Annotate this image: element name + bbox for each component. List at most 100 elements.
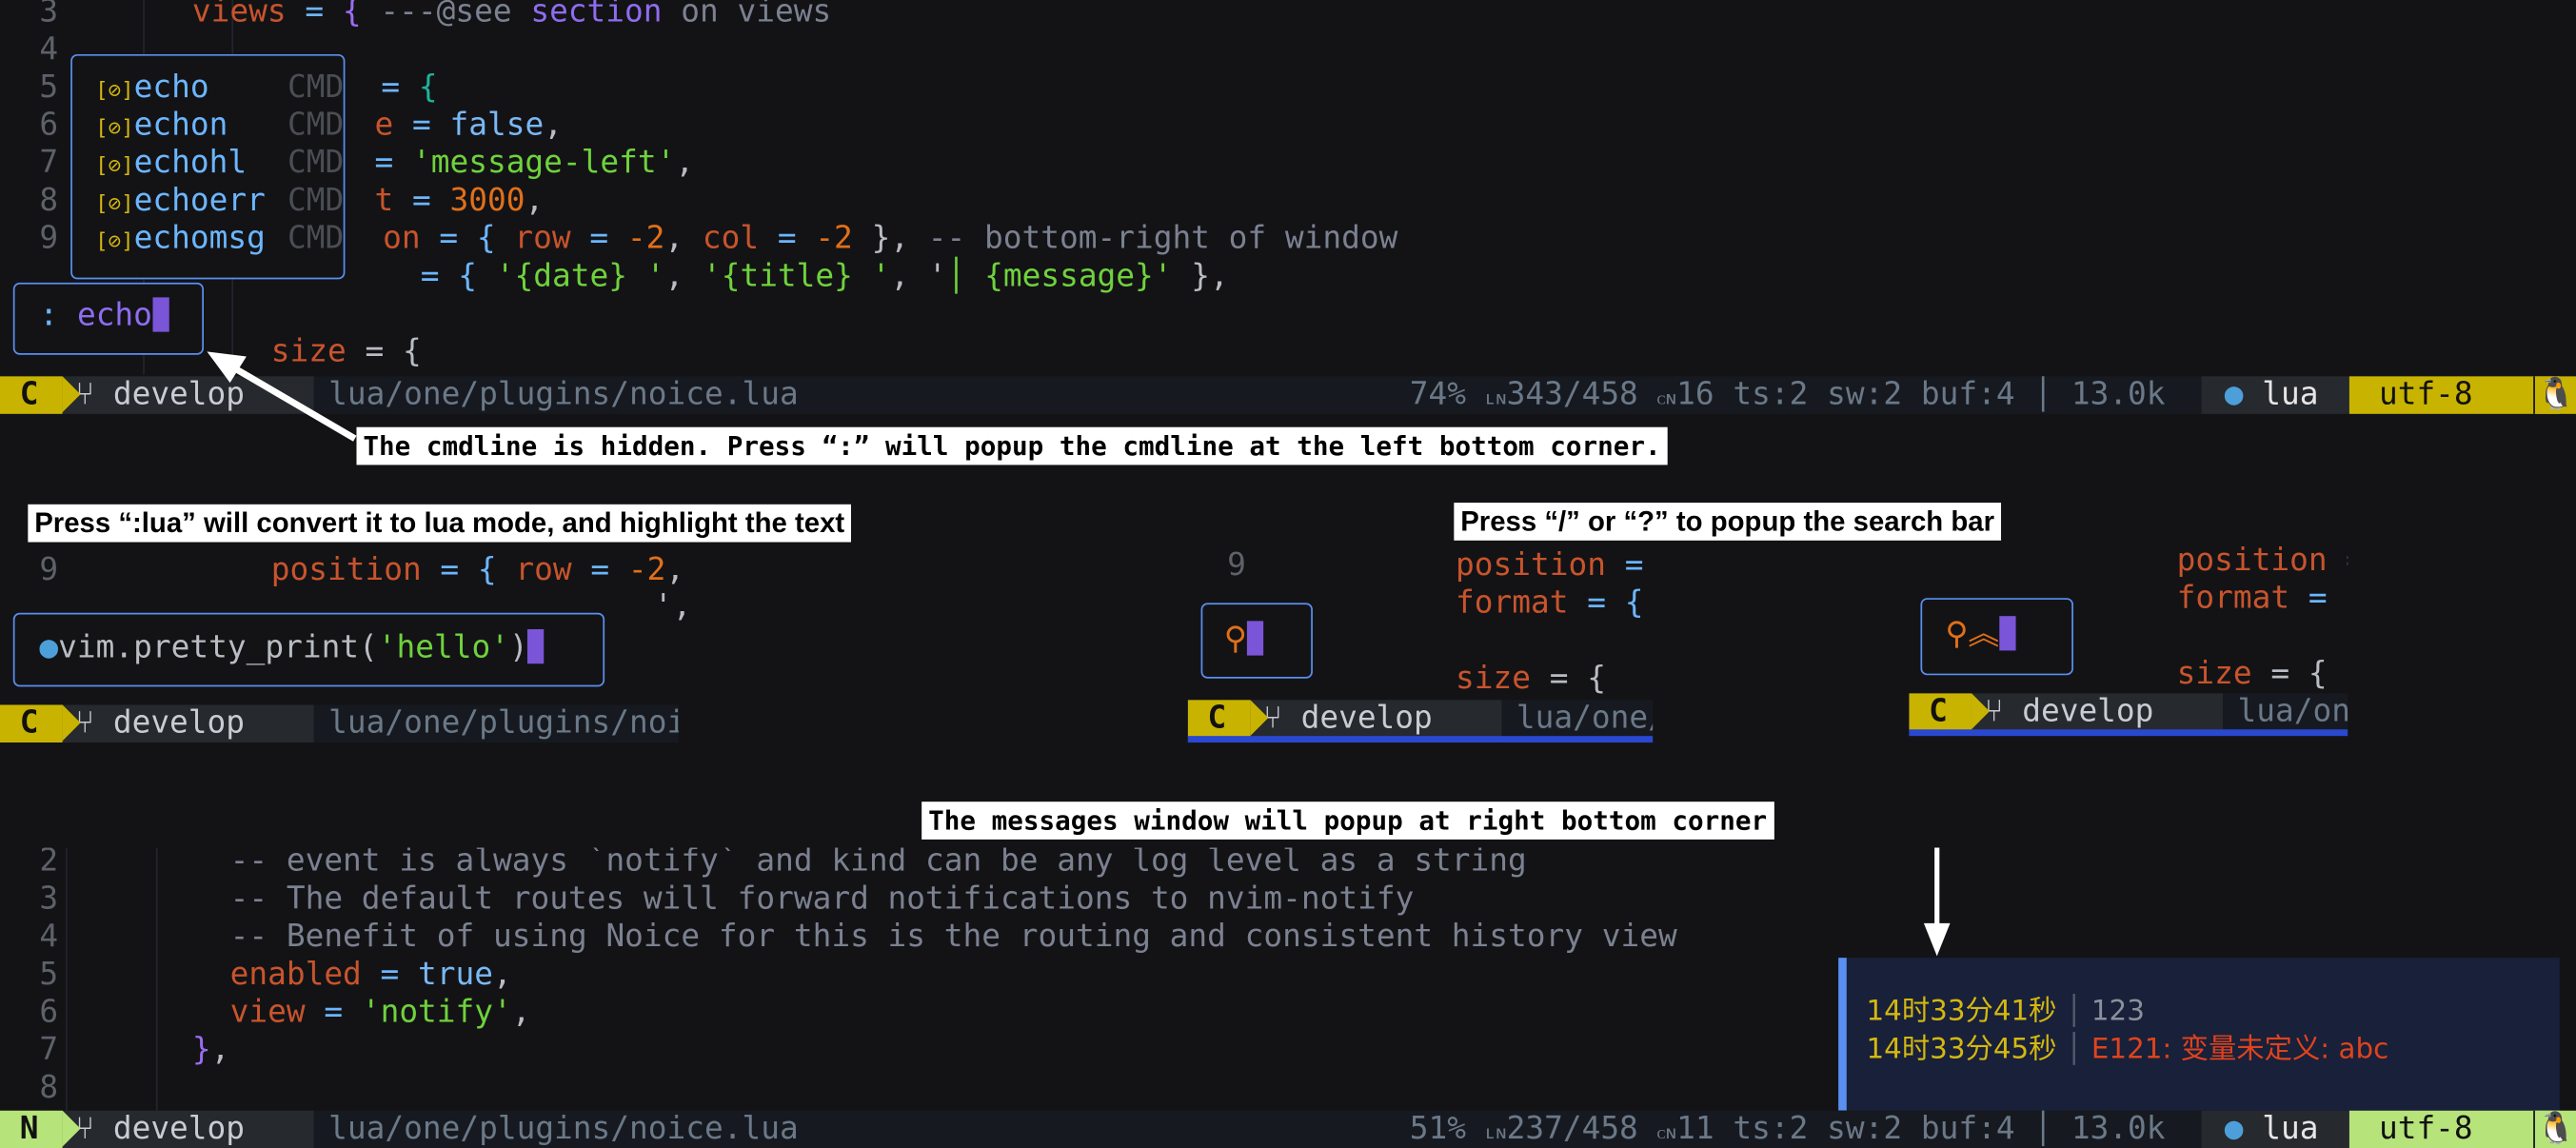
linux-icon: 🐧	[2533, 1110, 2576, 1148]
annotation-cmdline: The cmdline is hidden. Press “:” will po…	[356, 426, 1668, 465]
cmdline-input[interactable]: vim.pretty_print(	[58, 629, 378, 665]
search-icon: ⚲	[1223, 621, 1247, 658]
command-icon: [⊘]	[95, 78, 134, 104]
code-line: position = { row = -2,	[270, 551, 685, 588]
comment-line: -- Benefit of using Noice for this is th…	[229, 918, 1677, 955]
lua-icon: ●	[2224, 376, 2244, 413]
search-icon: ⚲	[1945, 616, 1969, 653]
comment-line: -- The default routes will forward notif…	[229, 881, 1415, 917]
code-line: },	[191, 1031, 230, 1068]
code-line: = { '{date} ', '{title} ', '│ {message}'…	[420, 257, 1229, 294]
filetype: ● lua	[2201, 1110, 2365, 1148]
encoding: utf-8	[2348, 1110, 2560, 1148]
statusline: ⑂ develop C lua/one/	[1187, 700, 1654, 738]
code-line: size = {	[1456, 660, 1607, 697]
linux-icon: 🐧	[2533, 376, 2576, 414]
position-info: 74% ʟɴ343/458 ᴄɴ16 ts:2 sw:2 buf:4 │ 13.…	[1409, 376, 2166, 413]
line-number: 9	[1227, 546, 1246, 584]
line-number: 8	[39, 1069, 59, 1106]
line-number: 8	[39, 182, 59, 219]
file-path: lua/on	[2237, 693, 2348, 730]
filetype: ● lua	[2201, 376, 2365, 414]
completion-item[interactable]: [⊘]echo CMD	[95, 69, 344, 109]
code-line: view = 'notify',	[229, 994, 531, 1031]
line-number: 7	[39, 144, 59, 181]
cmdline-prompt: :	[39, 297, 59, 334]
messages-window: 14时33分41秒 │ 123 14时33分45秒 │ E121: 变量未定义: …	[1838, 958, 2560, 1111]
code-line: size = {	[2176, 655, 2328, 692]
code-line: = 'message-left',	[374, 144, 695, 181]
annotation-lua-mode: Press “:lua” will convert it to lua mode…	[28, 504, 852, 543]
completion-popup: [⊘]echo CMD [⊘]echon CMD [⊘]echohl CMD [⊘]echo…	[70, 53, 346, 280]
git-branch: develop	[1300, 700, 1433, 737]
comment-line: -- event is always `notify` and kind can…	[229, 847, 1527, 880]
statusline: ⑂ develop C lua/one/plugins/noice.lua 74…	[0, 376, 2576, 414]
line-number: 9	[39, 551, 59, 588]
chevron-up-icon: ︽	[1968, 616, 2000, 653]
cmdline-input[interactable]: echo	[77, 297, 152, 333]
command-icon: [⊘]	[95, 229, 134, 255]
completion-item[interactable]: [⊘]echon CMD	[95, 107, 344, 148]
lua-cmdline-popup[interactable]: ●vim.pretty_print('hello')	[12, 612, 605, 687]
statusline: ⑂ develop N lua/one/plugins/noice.lua 51…	[0, 1110, 2576, 1148]
line-number: 3	[39, 0, 59, 30]
search-popup[interactable]: ⚲︽	[1920, 598, 2073, 676]
cursor	[1246, 621, 1264, 656]
file-path: lua/one/	[1516, 700, 1654, 737]
encoding: utf-8	[2348, 376, 2560, 414]
message-text: 123	[2091, 995, 2145, 1029]
code-line: views = { ---@see section on views	[191, 0, 832, 30]
code-line: t = 3000,	[374, 182, 545, 219]
command-icon: [⊘]	[95, 154, 134, 180]
git-branch: develop	[2022, 693, 2154, 730]
code-line: position =	[1456, 546, 1644, 584]
cmdline-popup[interactable]: : echo	[12, 282, 204, 355]
cursor	[151, 297, 169, 332]
file-path: lua/one/plugins/noice.lua	[328, 376, 799, 413]
code-line: = {	[381, 69, 438, 106]
line-number: 4	[39, 30, 59, 68]
command-icon: [⊘]	[95, 116, 134, 142]
line-number: 3	[39, 881, 59, 917]
lua-icon: ●	[2224, 1110, 2244, 1147]
separator	[1187, 736, 1654, 743]
line-number: 6	[39, 994, 59, 1031]
cursor	[1999, 616, 2016, 651]
code-line: format = {	[1456, 584, 1644, 622]
completion-item[interactable]: [⊘]echoerr CMD	[95, 183, 344, 224]
code-line: on = { row = -2, col = -2 }, -- bottom-r…	[383, 220, 1398, 257]
command-icon: [⊘]	[95, 191, 134, 217]
mode-indicator: C	[1909, 693, 1990, 731]
line-number: 2	[39, 847, 59, 880]
code-line: ',	[653, 587, 692, 624]
line-number: 5	[39, 69, 59, 106]
completion-item[interactable]: [⊘]echohl CMD	[95, 145, 344, 186]
lua-icon: ●	[39, 628, 59, 665]
statusline: ⑂ develop C lua/one/plugins/noi	[0, 704, 679, 743]
cursor	[527, 628, 545, 664]
git-branch: develop	[112, 704, 246, 742]
completion-item[interactable]: [⊘]echomsg CMD	[95, 220, 344, 261]
position-info: 51% ʟɴ237/458 ᴄɴ11 ts:2 sw:2 buf:4 │ 13.…	[1409, 1110, 2166, 1147]
search-popup[interactable]: ⚲	[1200, 603, 1313, 679]
annotation-search: Press “/” or “?” to popup the search bar	[1454, 503, 2001, 541]
completion-kind: CMD	[287, 144, 345, 181]
completion-kind: CMD	[287, 107, 345, 144]
completion-kind: CMD	[287, 220, 345, 257]
message-text: E121: 变量未定义: abc	[2091, 1033, 2389, 1067]
mode-indicator: N	[0, 1110, 81, 1148]
line-number: 5	[39, 956, 59, 993]
line-number: 6	[39, 107, 59, 144]
message-time: 14时33分41秒	[1866, 995, 2057, 1029]
code-line: format =	[2176, 580, 2328, 617]
statusline: ⑂ develop C lua/on	[1909, 693, 2348, 731]
message-row: 14时33分41秒 │ 123	[1866, 995, 2145, 1029]
mode-indicator: C	[0, 376, 81, 414]
code-line: e = false,	[374, 107, 563, 144]
arrow-icon	[207, 351, 357, 442]
line-number: 4	[39, 918, 59, 955]
line-number: 9	[39, 220, 59, 257]
file-path: lua/one/plugins/noice.lua	[328, 1110, 799, 1147]
code-line: position =	[2176, 542, 2348, 579]
separator	[1909, 729, 2348, 737]
